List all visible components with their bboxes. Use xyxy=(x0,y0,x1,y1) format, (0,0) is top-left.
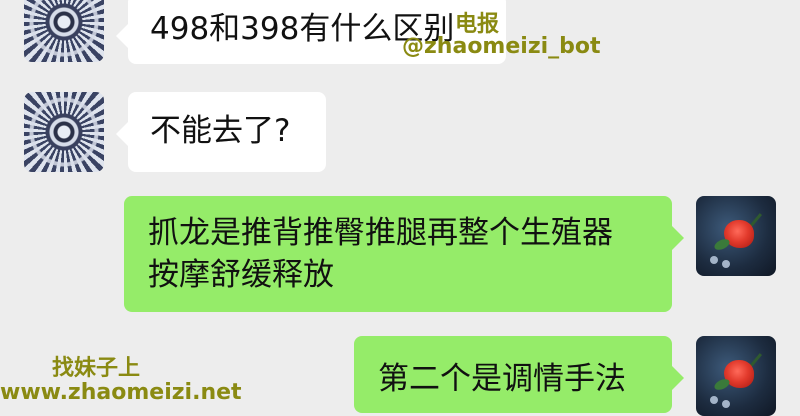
rose-leaf-shape xyxy=(712,377,732,392)
water-drop-shape xyxy=(722,260,730,268)
watermark-top-line2: @zhaomeizi_bot xyxy=(402,34,601,59)
water-drop-shape xyxy=(710,396,718,404)
message-text: 第二个是调情手法 xyxy=(378,361,626,397)
contact-avatar[interactable] xyxy=(24,0,104,62)
user-avatar[interactable] xyxy=(696,196,776,276)
message-text-line: 抓龙是推背推臀推腿再整个生殖器 xyxy=(148,215,613,251)
rose-avatar-image xyxy=(696,196,776,276)
mandala-avatar-image xyxy=(24,0,104,62)
message-text: 不能去了? xyxy=(150,113,291,149)
rose-avatar-image xyxy=(696,336,776,416)
message-bubble-incoming[interactable]: 不能去了? xyxy=(116,92,326,172)
contact-avatar[interactable] xyxy=(24,92,104,172)
watermark-bottom-line2: www.zhaomeizi.net xyxy=(0,380,242,405)
message-bubble-outgoing[interactable]: 第二个是调情手法 xyxy=(354,336,684,413)
water-drop-shape xyxy=(710,256,718,264)
message-text-line: 按摩舒缓释放 xyxy=(148,257,334,293)
user-avatar[interactable] xyxy=(696,336,776,416)
message-bubble-outgoing[interactable]: 抓龙是推背推臀推腿再整个生殖器 按摩舒缓释放 xyxy=(124,196,684,312)
water-drop-shape xyxy=(722,400,730,408)
mandala-avatar-image xyxy=(24,92,104,172)
watermark-bottom-line1: 找妹子上 xyxy=(52,356,141,381)
rose-leaf-shape xyxy=(712,237,732,252)
